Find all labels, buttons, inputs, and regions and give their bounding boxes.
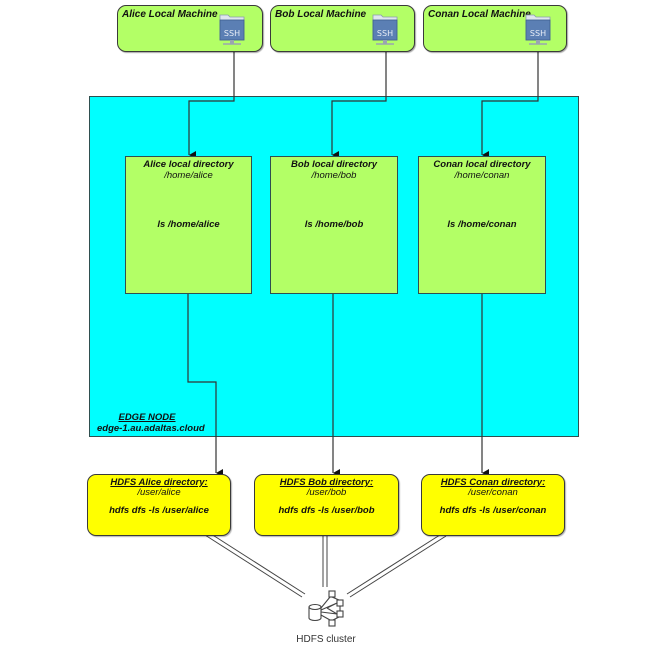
hdfs-dir-path: /user/alice xyxy=(137,487,181,498)
hdfs-dir-command: hdfs dfs -ls /user/bob xyxy=(278,505,375,516)
local-dir-path: /home/conan xyxy=(454,170,510,181)
hdfs-dir-path: /user/conan xyxy=(468,487,518,498)
edge-node-title: EDGE NODE xyxy=(118,412,176,423)
local-dir-title: Bob local directory xyxy=(290,159,378,170)
local-dir-bob[interactable]: Bob local directory /home/bob ls /home/b… xyxy=(270,156,398,294)
local-dir-title: Conan local directory xyxy=(433,159,531,170)
arrow-bob-ssh-to-local xyxy=(331,96,387,159)
local-dir-command: ls /home/bob xyxy=(304,219,364,230)
edge-node-label: EDGE NODE edge-1.au.adaltas.cloud xyxy=(97,412,205,434)
local-dir-path: /home/alice xyxy=(164,170,213,181)
local-dir-command: ls /home/alice xyxy=(157,219,220,230)
edge-node-host: edge-1.au.adaltas.cloud xyxy=(97,423,205,434)
hdfs-dir-bob[interactable]: HDFS Bob directory: /user/bob hdfs dfs -… xyxy=(254,474,399,536)
local-dir-conan[interactable]: Conan local directory /home/conan ls /ho… xyxy=(418,156,546,294)
edge-node-connectors xyxy=(187,96,539,437)
hdfs-dir-command: hdfs dfs -ls /user/alice xyxy=(109,505,209,516)
local-dir-title: Alice local directory xyxy=(143,159,234,170)
local-dir-alice[interactable]: Alice local directory /home/alice ls /ho… xyxy=(125,156,252,294)
arrow-alice-ssh-to-local xyxy=(188,96,235,159)
local-dir-command: ls /home/conan xyxy=(447,219,517,230)
hdfs-dir-alice[interactable]: HDFS Alice directory: /user/alice hdfs d… xyxy=(87,474,231,536)
arrow-conan-ssh-to-local xyxy=(481,96,539,159)
local-dir-path: /home/bob xyxy=(311,170,357,181)
hdfs-dir-conan[interactable]: HDFS Conan directory: /user/conan hdfs d… xyxy=(421,474,565,536)
hdfs-dir-command: hdfs dfs -ls /user/conan xyxy=(439,505,547,516)
hdfs-dir-path: /user/bob xyxy=(306,487,347,498)
